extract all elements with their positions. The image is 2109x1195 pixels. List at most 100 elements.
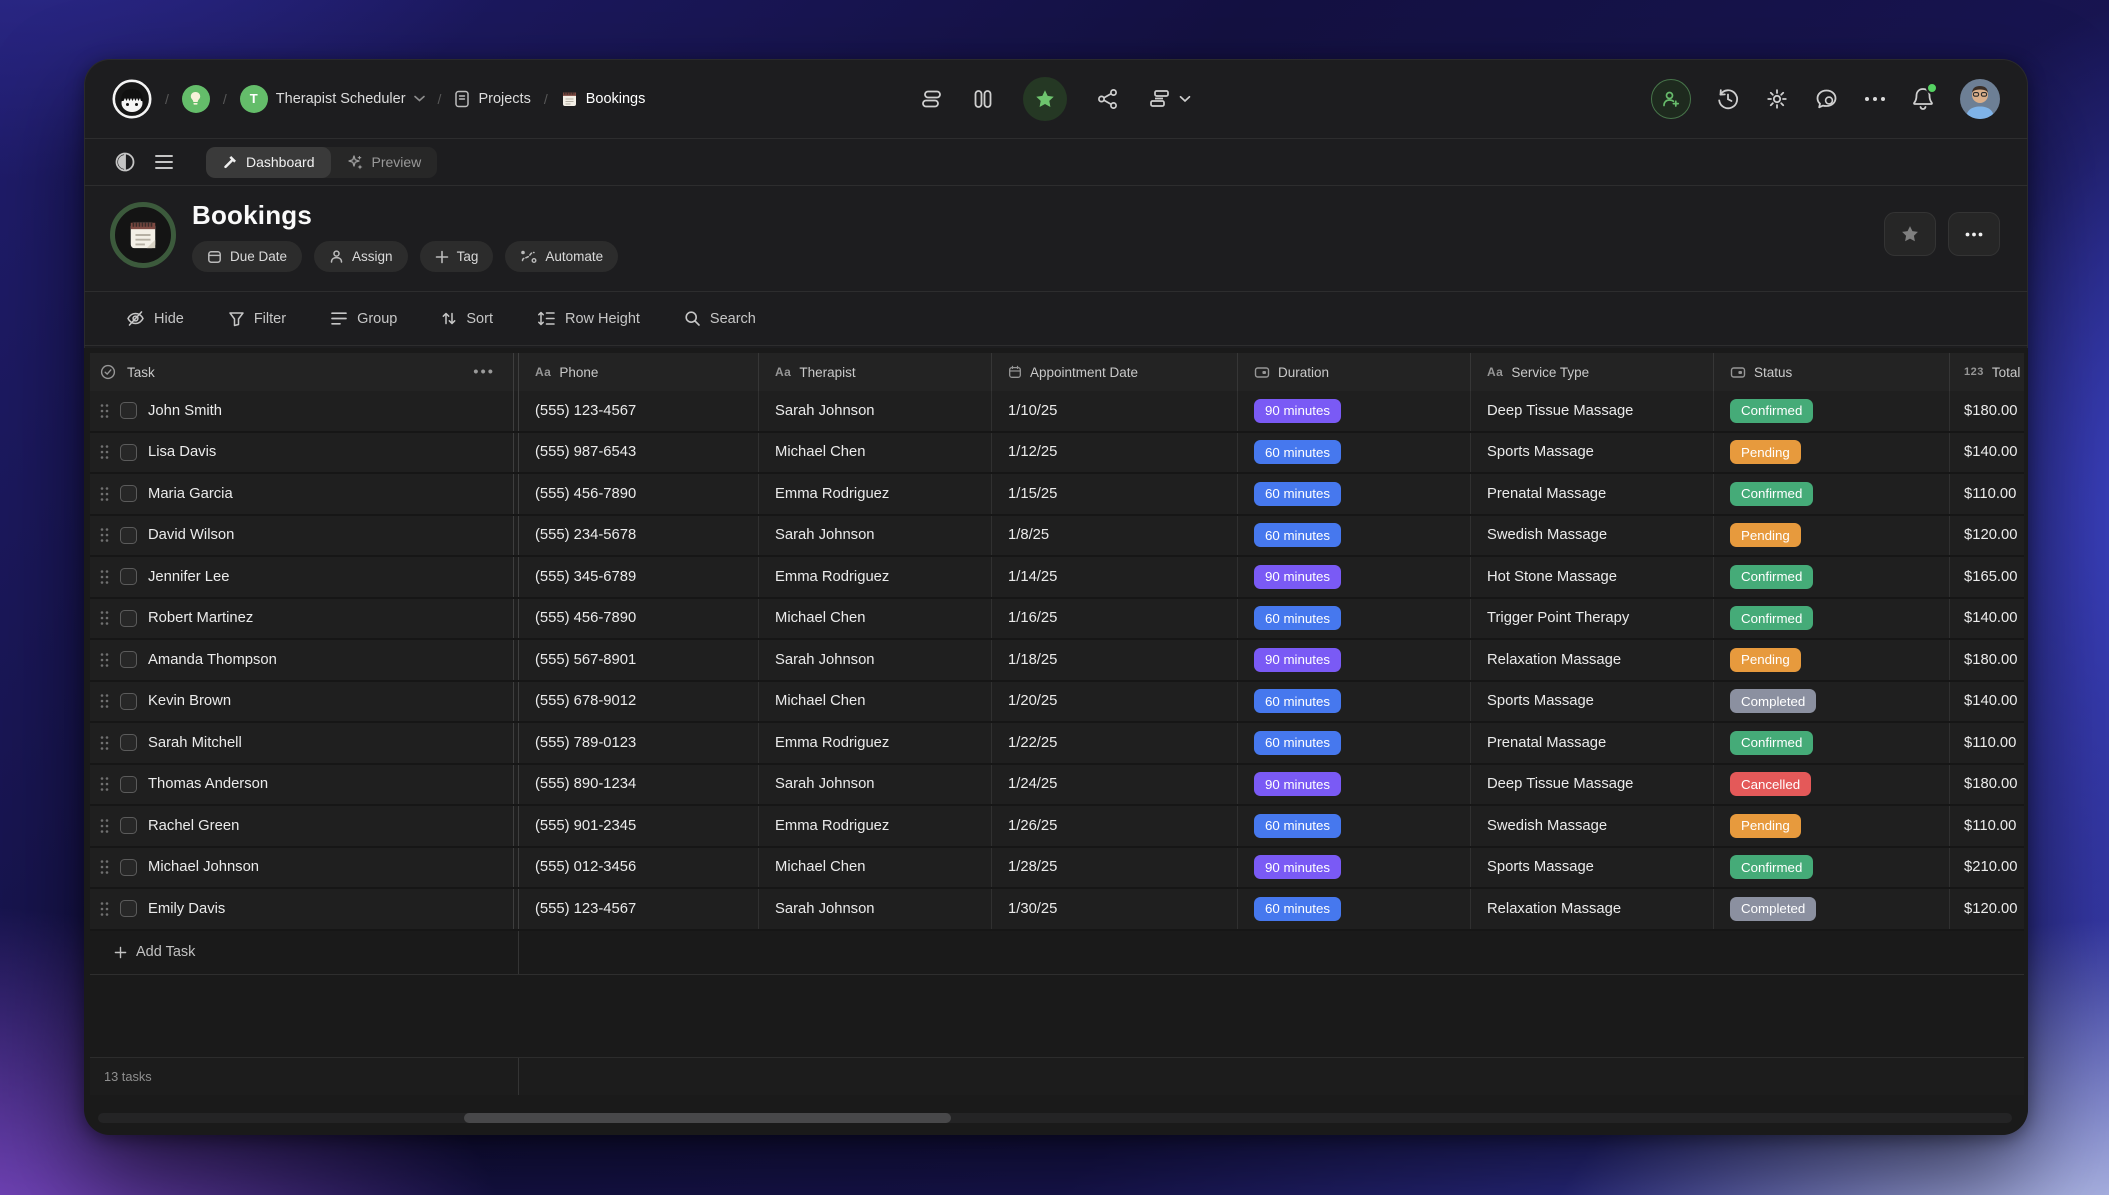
duration-cell[interactable]: 60 minutes — [1238, 433, 1471, 473]
appointment-date-cell[interactable]: 1/14/25 — [992, 557, 1238, 597]
status-badge[interactable]: Pending — [1730, 523, 1801, 547]
therapist-cell[interactable]: Michael Chen — [759, 433, 992, 473]
duration-cell[interactable]: 60 minutes — [1238, 682, 1471, 722]
sidebar-toggle-icon[interactable] — [114, 151, 136, 173]
duration-badge[interactable]: 60 minutes — [1254, 523, 1341, 547]
row-checkbox[interactable] — [120, 444, 137, 461]
tab-preview[interactable]: Preview — [331, 147, 438, 178]
breadcrumb-workspace[interactable]: T Therapist Scheduler — [240, 85, 425, 113]
status-cell[interactable]: Confirmed — [1714, 723, 1950, 763]
phone-cell[interactable]: (555) 456-7890 — [519, 474, 759, 514]
star-button[interactable] — [1884, 212, 1936, 256]
drag-handle[interactable] — [100, 652, 109, 668]
total-cost-cell[interactable]: $110.00 — [1950, 474, 2024, 514]
total-cost-cell[interactable]: $180.00 — [1950, 765, 2024, 805]
appointment-date-cell[interactable]: 1/22/25 — [992, 723, 1238, 763]
task-name[interactable]: John Smith — [148, 403, 222, 419]
row-checkbox[interactable] — [120, 900, 137, 917]
appointment-date-cell[interactable]: 1/30/25 — [992, 889, 1238, 929]
column-header-service-type[interactable]: AaService Type — [1471, 353, 1714, 391]
table-row[interactable]: Lisa Davis (555) 987-6543 Michael Chen 1… — [90, 433, 2024, 475]
phone-cell[interactable]: (555) 890-1234 — [519, 765, 759, 805]
row-checkbox[interactable] — [120, 568, 137, 585]
duration-cell[interactable]: 60 minutes — [1238, 806, 1471, 846]
duration-cell[interactable]: 90 minutes — [1238, 640, 1471, 680]
status-badge[interactable]: Pending — [1730, 648, 1801, 672]
rows-view-icon[interactable] — [921, 89, 943, 109]
due-date-button[interactable]: Due Date — [192, 241, 302, 272]
column-header-phone[interactable]: AaPhone — [519, 353, 759, 391]
total-cost-cell[interactable]: $140.00 — [1950, 599, 2024, 639]
views-menu[interactable] — [1149, 89, 1191, 109]
task-name[interactable]: Michael Johnson — [148, 859, 259, 875]
table-row[interactable]: Maria Garcia (555) 456-7890 Emma Rodrigu… — [90, 474, 2024, 516]
phone-cell[interactable]: (555) 012-3456 — [519, 848, 759, 888]
drag-handle[interactable] — [100, 486, 109, 502]
therapist-cell[interactable]: Sarah Johnson — [759, 516, 992, 556]
status-badge[interactable]: Cancelled — [1730, 772, 1811, 796]
row-checkbox[interactable] — [120, 776, 137, 793]
status-cell[interactable]: Confirmed — [1714, 599, 1950, 639]
duration-badge[interactable]: 90 minutes — [1254, 565, 1341, 589]
table-row[interactable]: David Wilson (555) 234-5678 Sarah Johnso… — [90, 516, 2024, 558]
task-name[interactable]: Sarah Mitchell — [148, 735, 242, 751]
menu-icon[interactable] — [154, 154, 174, 170]
status-cell[interactable]: Confirmed — [1714, 474, 1950, 514]
total-cost-cell[interactable]: $120.00 — [1950, 516, 2024, 556]
table-row[interactable]: Robert Martinez (555) 456-7890 Michael C… — [90, 599, 2024, 641]
task-name[interactable]: David Wilson — [148, 527, 234, 543]
therapist-cell[interactable]: Sarah Johnson — [759, 889, 992, 929]
duration-badge[interactable]: 60 minutes — [1254, 897, 1341, 921]
duration-badge[interactable]: 60 minutes — [1254, 440, 1341, 464]
task-name[interactable]: Rachel Green — [148, 818, 239, 834]
gear-icon[interactable] — [1765, 87, 1789, 111]
total-cost-cell[interactable]: $120.00 — [1950, 889, 2024, 929]
status-badge[interactable]: Confirmed — [1730, 482, 1813, 506]
drag-handle[interactable] — [100, 569, 109, 585]
service-type-cell[interactable]: Relaxation Massage — [1471, 640, 1714, 680]
duration-cell[interactable]: 90 minutes — [1238, 557, 1471, 597]
duration-badge[interactable]: 90 minutes — [1254, 648, 1341, 672]
app-logo-icon[interactable] — [112, 79, 152, 119]
therapist-cell[interactable]: Emma Rodriguez — [759, 723, 992, 763]
duration-cell[interactable]: 60 minutes — [1238, 474, 1471, 514]
therapist-cell[interactable]: Michael Chen — [759, 682, 992, 722]
task-name[interactable]: Amanda Thompson — [148, 652, 277, 668]
service-type-cell[interactable]: Prenatal Massage — [1471, 723, 1714, 763]
status-badge[interactable]: Confirmed — [1730, 565, 1813, 589]
status-cell[interactable]: Pending — [1714, 433, 1950, 473]
phone-cell[interactable]: (555) 567-8901 — [519, 640, 759, 680]
duration-cell[interactable]: 60 minutes — [1238, 723, 1471, 763]
therapist-cell[interactable]: Sarah Johnson — [759, 640, 992, 680]
appointment-date-cell[interactable]: 1/12/25 — [992, 433, 1238, 473]
service-type-cell[interactable]: Trigger Point Therapy — [1471, 599, 1714, 639]
appointment-date-cell[interactable]: 1/10/25 — [992, 391, 1238, 431]
status-badge[interactable]: Confirmed — [1730, 606, 1813, 630]
hide-button[interactable]: Hide — [126, 310, 184, 327]
status-badge[interactable]: Pending — [1730, 814, 1801, 838]
table-row[interactable]: Rachel Green (555) 901-2345 Emma Rodrigu… — [90, 806, 2024, 848]
phone-cell[interactable]: (555) 123-4567 — [519, 889, 759, 929]
service-type-cell[interactable]: Sports Massage — [1471, 848, 1714, 888]
task-name[interactable]: Kevin Brown — [148, 693, 231, 709]
service-type-cell[interactable]: Hot Stone Massage — [1471, 557, 1714, 597]
appointment-date-cell[interactable]: 1/15/25 — [992, 474, 1238, 514]
duration-cell[interactable]: 60 minutes — [1238, 599, 1471, 639]
table-row[interactable]: John Smith (555) 123-4567 Sarah Johnson … — [90, 391, 2024, 433]
row-checkbox[interactable] — [120, 485, 137, 502]
table-row[interactable]: Sarah Mitchell (555) 789-0123 Emma Rodri… — [90, 723, 2024, 765]
status-cell[interactable]: Completed — [1714, 889, 1950, 929]
task-name[interactable]: Lisa Davis — [148, 444, 216, 460]
total-cost-cell[interactable]: $180.00 — [1950, 391, 2024, 431]
duration-cell[interactable]: 60 minutes — [1238, 889, 1471, 929]
phone-cell[interactable]: (555) 987-6543 — [519, 433, 759, 473]
drag-handle[interactable] — [100, 527, 109, 543]
column-header-status[interactable]: Status — [1714, 353, 1950, 391]
status-cell[interactable]: Cancelled — [1714, 765, 1950, 805]
total-cost-cell[interactable]: $140.00 — [1950, 433, 2024, 473]
chevron-down-icon[interactable] — [414, 95, 425, 102]
drag-handle[interactable] — [100, 403, 109, 419]
task-name[interactable]: Emily Davis — [148, 901, 225, 917]
table-row[interactable]: Amanda Thompson (555) 567-8901 Sarah Joh… — [90, 640, 2024, 682]
status-badge[interactable]: Pending — [1730, 440, 1801, 464]
